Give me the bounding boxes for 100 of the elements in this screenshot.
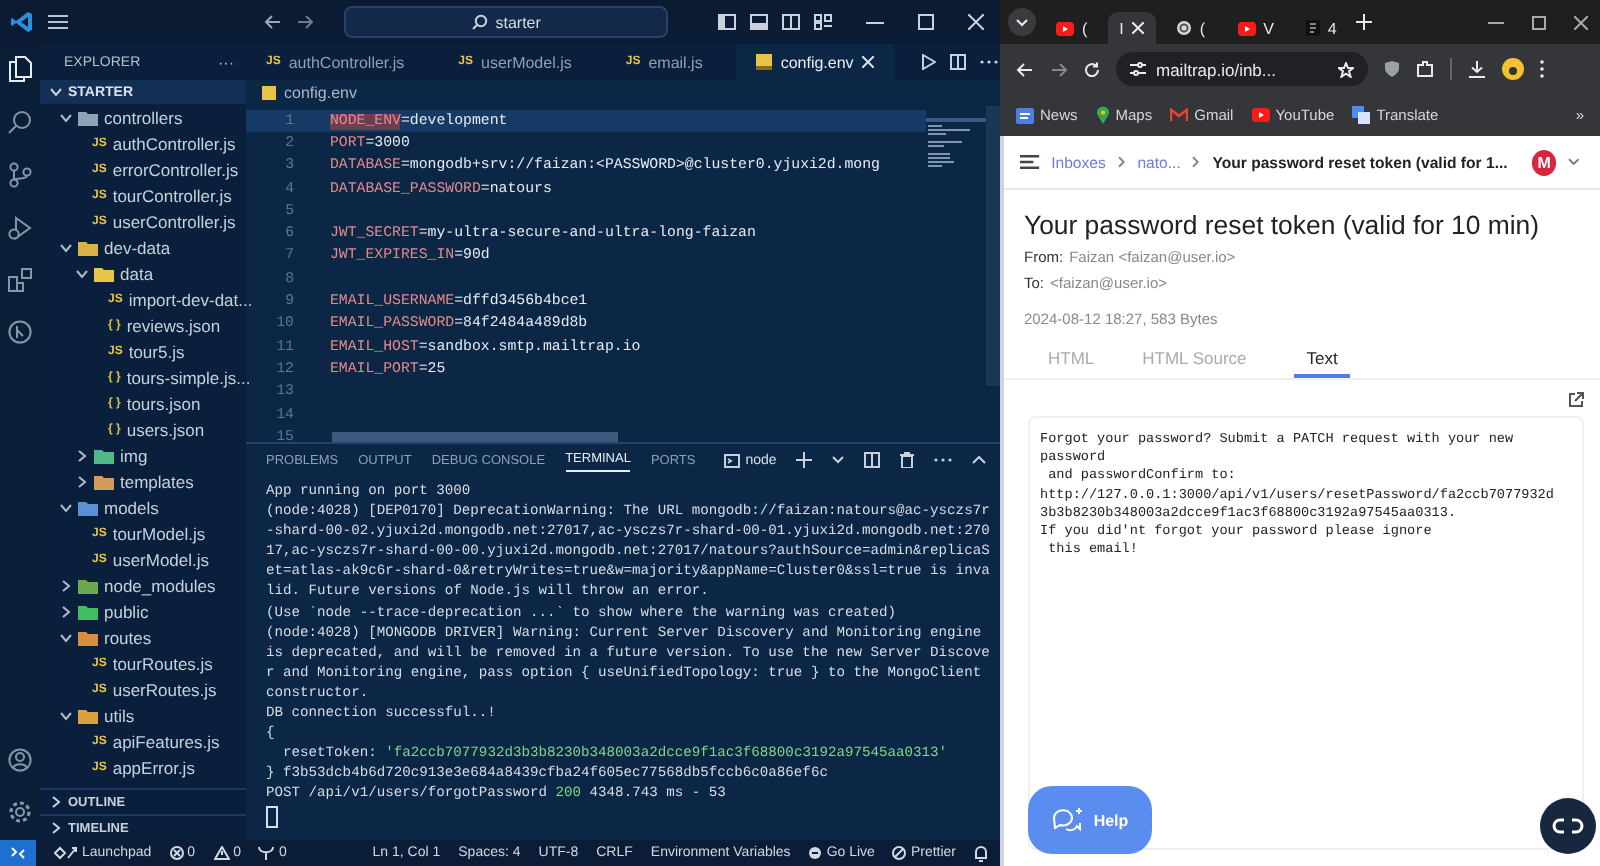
file-tree-item[interactable]: models: [40, 494, 246, 520]
file-tree-item[interactable]: node_modules: [40, 572, 246, 598]
warning-icon: [213, 846, 230, 860]
extensions-icon[interactable]: [8, 268, 32, 292]
play-icon: [1251, 108, 1270, 122]
caret-down-icon[interactable]: [1568, 158, 1580, 166]
graph-icon[interactable]: [8, 320, 32, 344]
chevron-right-icon: [1117, 156, 1126, 168]
search-text: starter: [495, 13, 541, 31]
chevron-icon: [50, 796, 62, 808]
minimize-icon[interactable]: [1488, 21, 1504, 23]
remote-icon[interactable]: [0, 840, 36, 866]
close-icon[interactable]: [968, 14, 984, 30]
chevron-icon: [60, 579, 72, 591]
translate-icon: [1352, 106, 1371, 124]
close-icon[interactable]: [1574, 15, 1588, 29]
new-tab-icon[interactable]: [1356, 14, 1373, 30]
file-tree-item[interactable]: data: [40, 260, 246, 286]
search-icon: [471, 14, 488, 30]
browser-tab[interactable]: (: [1163, 12, 1218, 44]
files-icon[interactable]: [8, 56, 32, 82]
search-icon[interactable]: [8, 110, 32, 134]
file-type-icon: [262, 86, 276, 100]
view-tab[interactable]: Text: [1294, 348, 1350, 378]
file-tree-item[interactable]: img: [40, 442, 246, 468]
page-icon: [1305, 20, 1320, 36]
run-icon[interactable]: [921, 54, 936, 70]
browser-tab[interactable]: V: [1225, 12, 1286, 44]
sidebar-layout-icon[interactable]: [718, 14, 736, 30]
knot-icon: [1175, 20, 1192, 36]
terminal-icon: [723, 453, 740, 467]
editor-logo-icon: [10, 10, 34, 34]
settings-icon[interactable]: [8, 800, 32, 824]
chat-icon: [1051, 807, 1084, 833]
branch-icon[interactable]: [8, 162, 32, 188]
file-tree-item[interactable]: utils: [40, 702, 246, 728]
chevron-icon: [60, 111, 72, 123]
tab-search-icon[interactable]: [1008, 8, 1036, 36]
split-terminal-icon[interactable]: [864, 452, 881, 468]
editor-tab[interactable]: config.env: [736, 44, 894, 80]
maximize-icon[interactable]: [1532, 15, 1546, 29]
trash-icon[interactable]: [900, 452, 915, 468]
site-settings-icon: [1130, 62, 1146, 76]
customize-layout-icon[interactable]: [814, 14, 832, 30]
browser-tab[interactable]: I: [1107, 12, 1156, 44]
browser-tab[interactable]: 4: [1293, 12, 1349, 44]
address-bar[interactable]: mailtrap.io/inb...: [1116, 52, 1368, 86]
star-icon: [1338, 61, 1354, 77]
plus-icon[interactable]: [796, 452, 813, 468]
split-editor-icon[interactable]: [949, 54, 966, 70]
file-tree-item[interactable]: public: [40, 598, 246, 624]
play-icon: [1056, 21, 1074, 35]
file-tree-item[interactable]: templates: [40, 468, 246, 494]
run-debug-icon[interactable]: [8, 216, 32, 240]
browser-tab[interactable]: (: [1044, 12, 1100, 44]
account-icon[interactable]: [8, 748, 32, 772]
email-subject: Your password reset token (valid for 10 min): [1022, 208, 1542, 240]
reload-icon[interactable]: [1084, 61, 1100, 77]
chevron-icon: [60, 709, 72, 721]
newspaper-icon: [1016, 107, 1034, 123]
back-arrow-icon[interactable]: [264, 14, 283, 30]
link-button-icon[interactable]: [1540, 798, 1596, 854]
chevron-icon: [50, 822, 62, 834]
panel-layout-icon[interactable]: [750, 14, 768, 30]
minimize-icon[interactable]: [866, 21, 884, 23]
launchpad-icon: [54, 846, 78, 860]
command-search-field[interactable]: starter: [344, 6, 668, 38]
error-icon: [169, 846, 184, 860]
chevron-icon: [50, 86, 62, 98]
chevron-icon: [60, 631, 72, 643]
horizontal-scrollbar[interactable]: [332, 432, 618, 442]
play-icon: [1237, 21, 1256, 35]
external-link-icon[interactable]: [1568, 392, 1584, 408]
shield-icon[interactable]: [1384, 60, 1400, 78]
download-icon[interactable]: [1468, 60, 1486, 78]
file-tree-item[interactable]: routes: [40, 624, 246, 650]
breadcrumb-item[interactable]: config.env: [284, 84, 357, 102]
forward-arrow-icon[interactable]: [1050, 61, 1068, 77]
split-layout-icon[interactable]: [782, 14, 800, 30]
chevron-right-icon: [1192, 156, 1201, 168]
file-tree-item[interactable]: controllers: [40, 104, 246, 130]
forward-arrow-icon[interactable]: [296, 14, 315, 30]
more-actions-button[interactable]: ···: [218, 53, 234, 71]
chevron-icon: [76, 475, 88, 487]
menu-icon[interactable]: [1020, 154, 1040, 170]
maximize-icon[interactable]: [918, 14, 934, 30]
file-type-icon: [756, 54, 773, 70]
bell-icon[interactable]: [974, 845, 988, 861]
vertical-scrollbar[interactable]: [986, 106, 1000, 386]
mail-icon: [1170, 108, 1189, 122]
chevron-icon: [60, 605, 72, 617]
chevron-up-icon[interactable]: [972, 456, 987, 464]
profile-avatar-icon[interactable]: [1502, 58, 1524, 80]
chevron-icon: [76, 449, 88, 461]
file-tree-item[interactable]: dev-data: [40, 234, 246, 260]
chevron-icon: [76, 267, 88, 279]
account-avatar[interactable]: M: [1531, 149, 1557, 175]
chevron-icon: [60, 241, 72, 253]
chevron-icon: [60, 501, 72, 513]
map-pin-icon: [1095, 106, 1110, 124]
